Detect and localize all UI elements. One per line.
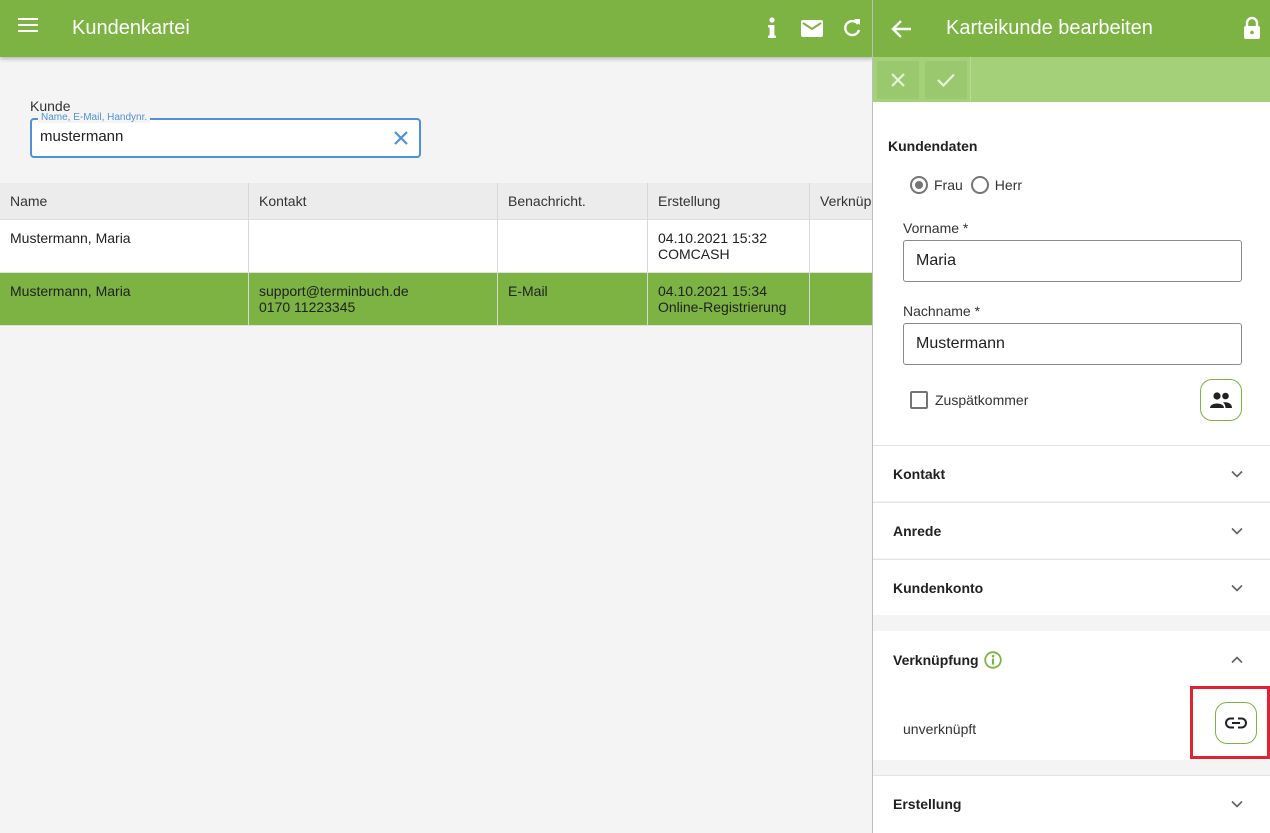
refresh-icon[interactable] [840, 16, 864, 40]
first-name-field[interactable]: Maria [903, 240, 1242, 282]
link-status: unverknüpft [903, 721, 977, 737]
search-input[interactable] [40, 128, 380, 145]
cell-link [810, 273, 873, 325]
customer-data-title: Kundendaten [888, 138, 978, 154]
radio-frau[interactable] [910, 176, 928, 194]
cell-created-date: 04.10.2021 15:34 [658, 283, 767, 299]
customer-table: Name Kontakt Benachricht. Erstellung Ver… [0, 183, 873, 326]
cell-notification [498, 220, 648, 272]
chevron-down-icon [1231, 584, 1243, 592]
radio-herr[interactable] [970, 176, 989, 194]
chevron-down-icon [1231, 800, 1243, 808]
cell-contact [249, 220, 498, 272]
save-button[interactable] [925, 61, 967, 99]
app-toolbar: Kundenkartei [0, 0, 873, 57]
column-header-name[interactable]: Name [0, 183, 249, 219]
column-header-link[interactable]: Verknüp [810, 183, 873, 219]
info-icon[interactable] [760, 16, 784, 40]
section-anrede[interactable]: Anrede [873, 502, 1270, 558]
section-kundenkonto[interactable]: Kundenkonto [873, 559, 1270, 615]
cell-created: 04.10.2021 15:32 COMCASH [648, 220, 810, 272]
last-name-label: Nachname * [903, 303, 981, 319]
people-icon [1210, 392, 1232, 408]
highlight-box [1190, 686, 1270, 759]
late-comer-checkbox[interactable] [910, 391, 928, 409]
lock-icon[interactable] [1242, 16, 1262, 40]
radio-frau-label: Frau [934, 177, 963, 193]
close-icon [891, 73, 905, 87]
edit-customer-panel: Karteikunde bearbeiten Kundendaten Frau … [872, 0, 1270, 833]
section-erstellung-label: Erstellung [893, 796, 962, 812]
gender-radio-group: Frau Herr [910, 176, 1030, 194]
column-header-notification[interactable]: Benachricht. [498, 183, 648, 219]
late-comer-row: Zuspätkommer [910, 391, 1028, 409]
info-circle-icon[interactable] [984, 651, 1002, 669]
radio-herr-label: Herr [994, 177, 1023, 193]
column-header-contact[interactable]: Kontakt [249, 183, 498, 219]
cell-name: Mustermann, Maria [0, 273, 249, 325]
customer-group-button[interactable] [1200, 379, 1242, 421]
cell-contact-phone: 0170 11223345 [259, 299, 356, 315]
menu-icon[interactable] [18, 18, 38, 38]
back-arrow-icon[interactable] [891, 18, 913, 40]
late-comer-label: Zuspätkommer [935, 392, 1029, 408]
section-kontakt-label: Kontakt [893, 466, 946, 482]
search-field[interactable]: Name, E-Mail, Handynr. [30, 112, 421, 158]
link-section-card: Verknüpfung unverknüpft [873, 631, 1270, 760]
section-kundenkonto-label: Kundenkonto [893, 580, 984, 596]
first-name-label: Vorname * [903, 220, 969, 236]
cell-link [810, 220, 873, 272]
chevron-down-icon [1231, 470, 1243, 478]
panel-header: Karteikunde bearbeiten [873, 0, 1270, 57]
panel-action-bar [873, 57, 1270, 102]
cell-created-source: COMCASH [658, 246, 730, 262]
mail-icon[interactable] [800, 16, 824, 40]
clear-icon[interactable] [392, 129, 410, 147]
table-row-selected[interactable]: Mustermann, Maria support@terminbuch.de 0… [0, 273, 873, 326]
last-name-field[interactable]: Mustermann [903, 323, 1242, 365]
cell-created: 04.10.2021 15:34 Online-Registrierung [648, 273, 810, 325]
cancel-button[interactable] [877, 61, 919, 99]
column-header-created[interactable]: Erstellung [648, 183, 810, 219]
cell-contact: support@terminbuch.de 0170 11223345 [249, 273, 498, 325]
section-kontakt[interactable]: Kontakt [873, 445, 1270, 501]
search-floating-label: Name, E-Mail, Handynr. [38, 112, 151, 123]
cell-contact-email: support@terminbuch.de [259, 283, 409, 299]
search-area: Kunde Name, E-Mail, Handynr. [0, 57, 873, 183]
cell-created-date: 04.10.2021 15:32 [658, 230, 767, 246]
cell-created-source: Online-Registrierung [658, 299, 787, 315]
chevron-up-icon[interactable] [1229, 652, 1245, 668]
panel-title: Karteikunde bearbeiten [946, 17, 1153, 39]
table-row[interactable]: Mustermann, Maria 04.10.2021 15:32 COMCAS… [0, 220, 873, 273]
action-bar-divider [970, 57, 971, 102]
table-header: Name Kontakt Benachricht. Erstellung Ver… [0, 183, 873, 220]
app-title: Kundenkartei [72, 17, 190, 39]
section-link-label: Verknüpfung [893, 652, 979, 668]
section-erstellung[interactable]: Erstellung [873, 775, 1270, 833]
section-anrede-label: Anrede [893, 523, 942, 539]
cell-notification: E-Mail [498, 273, 648, 325]
cell-name: Mustermann, Maria [0, 220, 249, 272]
chevron-down-icon [1231, 527, 1243, 535]
customer-data-card: Kundendaten Frau Herr Vorname * Maria Na… [873, 102, 1270, 445]
check-icon [937, 73, 955, 87]
